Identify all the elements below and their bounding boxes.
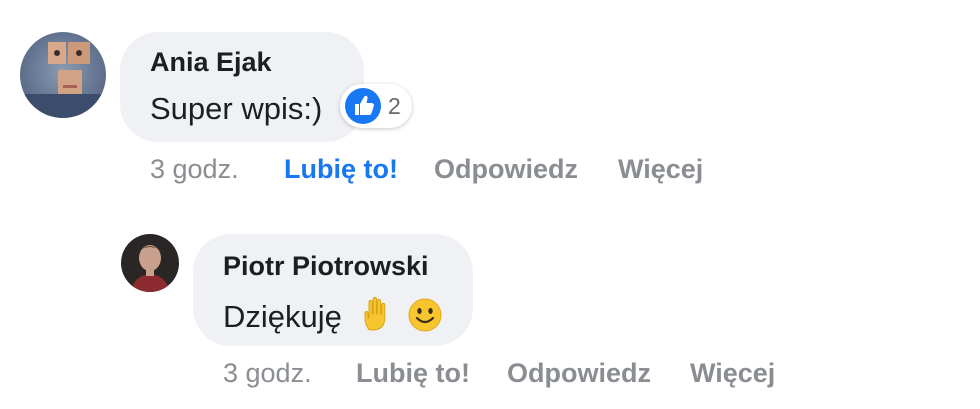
- raised-hand-icon: [364, 296, 385, 331]
- like-button[interactable]: Lubię to!: [284, 154, 398, 185]
- like-button[interactable]: Lubię to!: [356, 358, 470, 389]
- more-button[interactable]: Więcej: [618, 154, 703, 185]
- reaction-count: 2: [388, 92, 401, 119]
- avatar[interactable]: [20, 32, 106, 118]
- smiley-icon: [408, 298, 442, 332]
- reply-button[interactable]: Odpowiedz: [507, 358, 651, 389]
- thumbs-up-icon: [345, 88, 381, 124]
- reaction-summary[interactable]: 2: [340, 84, 412, 128]
- comment-actions: 3 godz. Lubię to! Odpowiedz Więcej: [0, 154, 980, 188]
- comment-text: Super wpis:): [150, 91, 323, 126]
- comment-timestamp[interactable]: 3 godz.: [150, 154, 239, 185]
- comment-text: Dziękuję: [223, 295, 443, 335]
- avatar-image: [121, 234, 179, 292]
- avatar[interactable]: [121, 234, 179, 292]
- more-button[interactable]: Więcej: [690, 358, 775, 389]
- avatar-image: [20, 32, 106, 118]
- comment-text-content: Dziękuję: [223, 299, 342, 334]
- reply-button[interactable]: Odpowiedz: [434, 154, 578, 185]
- comment-author[interactable]: Piotr Piotrowski: [223, 251, 429, 282]
- comment-timestamp[interactable]: 3 godz.: [223, 358, 312, 389]
- comment-author[interactable]: Ania Ejak: [150, 47, 272, 78]
- comment-actions: 3 godz. Lubię to! Odpowiedz Więcej: [0, 358, 980, 392]
- comment-ania-ejak: Ania Ejak Super wpis:) 2 3 godz. Lubię t…: [0, 0, 980, 200]
- comment-piotr-piotrowski: Piotr Piotrowski Dziękuję 3 godz. Lubię …: [0, 200, 980, 409]
